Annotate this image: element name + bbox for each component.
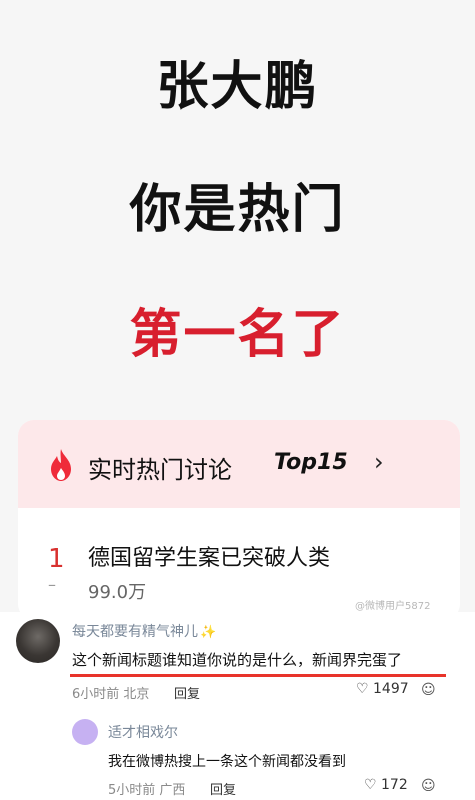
card-title: 实时热门讨论 [88, 456, 232, 484]
hot-discussion-card[interactable]: 实时热门讨论 Top15 › 1 – 德国留学生案已突破人类 99.0万 [18, 420, 460, 620]
headline-line-2: 你是热门 [129, 180, 346, 240]
highlight-underline [70, 674, 446, 677]
comment-username[interactable]: 每天都要有精气神儿 ✨ [72, 621, 216, 641]
fire-icon [51, 449, 71, 481]
like-button[interactable]: ♡ 172 [364, 777, 408, 793]
comment-section: 每天都要有精气神儿 ✨ 这个新闻标题谁知道你说的是什么，新闻界完蛋了 6小时前 北… [0, 612, 475, 800]
hot-post-area: 张大鹏 你是热门 第一名了 实时热门讨论 Top15 › 1 – 德国留学生案已… [0, 0, 475, 620]
reply-username[interactable]: 适才相戏尔 [108, 722, 178, 742]
chevron-right-icon[interactable]: › [374, 448, 384, 476]
headline-line-3: 第一名了 [129, 305, 346, 365]
watermark: @微博用户5872 [355, 601, 431, 612]
headline-line-1: 张大鹏 [156, 57, 319, 117]
hot-item-title[interactable]: 德国留学生案已突破人类 [88, 540, 330, 572]
sparkle-icon: ✨ [200, 625, 217, 640]
reply-text: 我在微博热搜上一条这个新闻都没看到 [108, 754, 346, 770]
reply-button[interactable]: 回复 [210, 779, 236, 798]
username-text[interactable]: 每天都要有精气神儿 [72, 624, 198, 640]
card-header[interactable]: 实时热门讨论 Top15 › [18, 420, 460, 508]
avatar[interactable] [16, 619, 60, 663]
like-button[interactable]: ♡ 1497 [356, 681, 409, 697]
comment-meta: 6小时前 北京 [72, 687, 150, 702]
rank-number: 1 [48, 544, 65, 574]
emoji-icon[interactable]: ☺ [421, 778, 436, 794]
reply-meta: 5小时前 广西 [108, 783, 186, 798]
avatar[interactable] [72, 719, 98, 745]
comment-text: 这个新闻标题谁知道你说的是什么，新闻界完蛋了 [72, 651, 403, 669]
top15-label: Top15 [274, 450, 348, 475]
emoji-icon[interactable]: ☺ [421, 682, 436, 698]
reply-button[interactable]: 回复 [174, 683, 200, 702]
rank-change: – [48, 575, 56, 594]
hot-item-count: 99.0万 [88, 582, 147, 603]
